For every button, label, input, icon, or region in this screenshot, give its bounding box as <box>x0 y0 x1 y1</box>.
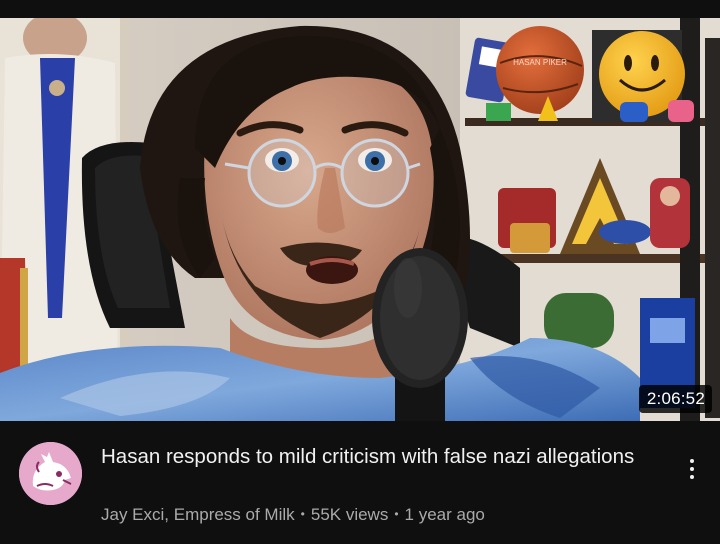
video-card[interactable]: HASAN PIKER 2:06:52 Hasan responds to mi… <box>0 18 720 544</box>
video-details: Hasan responds to mild criticism with fa… <box>0 421 720 544</box>
video-title[interactable]: Hasan responds to mild criticism with fa… <box>101 443 641 470</box>
ball-text: HASAN PIKER <box>513 58 567 67</box>
video-metadata: Jay Exci, Empress of Milk • 55K views • 1 ye… <box>101 504 485 527</box>
dragon-avatar-icon <box>19 442 82 505</box>
meta-separator: • <box>394 507 399 521</box>
top-bar <box>0 0 720 18</box>
more-vert-icon <box>690 459 694 479</box>
channel-avatar[interactable] <box>19 442 82 505</box>
video-thumbnail[interactable]: HASAN PIKER 2:06:52 <box>0 18 720 421</box>
meta-separator: • <box>300 507 305 521</box>
upload-age: 1 year ago <box>404 505 485 524</box>
thumbnail-image: HASAN PIKER <box>0 18 720 421</box>
view-count: 55K views <box>310 505 389 524</box>
duration-badge: 2:06:52 <box>638 385 712 413</box>
channel-name[interactable]: Jay Exci, Empress of Milk <box>101 505 295 524</box>
more-options-button[interactable] <box>680 451 704 487</box>
